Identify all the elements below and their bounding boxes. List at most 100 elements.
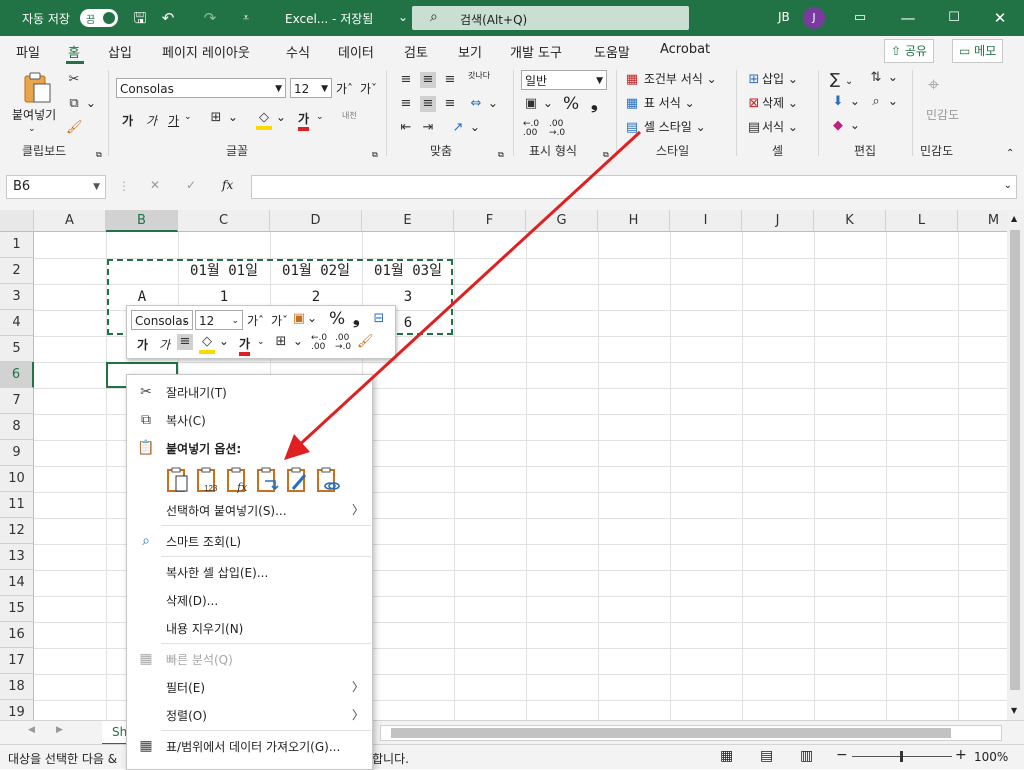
paste-icon[interactable] xyxy=(22,72,52,104)
tab-home[interactable]: 홈 xyxy=(68,42,80,61)
vertical-scrollbar[interactable]: ▲ ▼ xyxy=(1007,210,1024,720)
mini-font-combo[interactable]: Consolas ⌄ xyxy=(131,310,193,330)
dialog-launcher-icon[interactable]: ⧉ xyxy=(603,150,609,160)
format-painter-icon[interactable]: 🖌 xyxy=(66,120,83,136)
percent-button[interactable]: % xyxy=(563,94,579,114)
page-layout-view-icon[interactable]: ▤ xyxy=(760,748,773,764)
paste-values-icon[interactable]: 123 xyxy=(195,467,221,493)
row-header[interactable]: 4 xyxy=(0,310,34,336)
menu-item-filter[interactable]: 필터(E) 〉 xyxy=(127,674,372,700)
fill-color-icon[interactable]: ◇ ⌄ xyxy=(256,110,286,130)
column-header[interactable]: E xyxy=(362,210,454,232)
dialog-launcher-icon[interactable]: ⧉ xyxy=(372,150,378,160)
mini-format-painter-icon[interactable]: 🖌 xyxy=(357,334,374,350)
menu-item-clear-contents[interactable]: 내용 지우기(N) xyxy=(127,615,372,641)
close-icon[interactable]: ✕ xyxy=(990,8,1010,28)
row-header[interactable]: 19 xyxy=(0,700,34,720)
tab-insert[interactable]: 삽입 xyxy=(108,42,132,61)
next-sheet-icon[interactable]: ▶ xyxy=(56,725,63,735)
paste-formatting-icon[interactable] xyxy=(285,467,311,493)
mini-font-color-dropdown-icon[interactable]: ⌄ xyxy=(257,337,265,347)
mini-center-icon[interactable]: ≡ xyxy=(177,334,193,350)
tab-formulas[interactable]: 수식 xyxy=(286,42,310,61)
zoom-level[interactable]: 100% xyxy=(974,750,1008,764)
row-header[interactable]: 10 xyxy=(0,466,34,492)
mini-increase-decimal-icon[interactable]: ←.0.00 xyxy=(311,334,327,352)
copy-icon[interactable]: ⧉ ⌄ xyxy=(66,96,96,112)
paste-transpose-icon[interactable] xyxy=(255,467,281,493)
mini-border-icon[interactable]: ⊞ ⌄ xyxy=(273,334,303,350)
align-right-icon[interactable]: ≡ xyxy=(442,96,458,112)
column-header[interactable]: A xyxy=(34,210,106,232)
customize-quick-access-icon[interactable]: ⩡ xyxy=(236,8,256,28)
autosum-icon[interactable]: ∑ ⌄ xyxy=(830,70,853,88)
ribbon-display-icon[interactable]: ▭ xyxy=(850,8,870,28)
mini-bold-button[interactable]: 가 xyxy=(137,336,148,353)
mini-font-color-icon[interactable]: 가 xyxy=(239,335,251,356)
font-color-icon[interactable]: 가 xyxy=(298,110,310,131)
scroll-up-icon[interactable]: ▲ xyxy=(1011,214,1017,223)
mini-decrease-decimal-icon[interactable]: .00 →.0 xyxy=(335,334,351,352)
menu-item-cut[interactable]: ✂ 잘라내기(T) xyxy=(127,379,372,405)
menu-item-insert-copied[interactable]: 복사한 셀 삽입(E)... xyxy=(127,559,372,585)
menu-item-delete[interactable]: 삭제(D)... xyxy=(127,587,372,613)
mini-comma-button[interactable]: ❟ xyxy=(353,309,360,329)
row-header[interactable]: 17 xyxy=(0,648,34,674)
sensitivity-button-label[interactable]: 민감도 xyxy=(926,106,959,123)
align-left-icon[interactable]: ≡ xyxy=(398,96,414,112)
save-icon[interactable]: 🖫 xyxy=(130,8,150,28)
menu-item-quick-analysis[interactable]: ▦ 빠른 분석(Q) xyxy=(127,646,372,672)
number-format-combo[interactable]: 일반 ▼ xyxy=(521,70,607,90)
zoom-slider-thumb[interactable] xyxy=(900,751,903,762)
prev-sheet-icon[interactable]: ◀ xyxy=(28,725,35,735)
row-header[interactable]: 11 xyxy=(0,492,34,518)
conditional-formatting-button[interactable]: ▦ 조건부 서식 ⌄ xyxy=(624,70,717,88)
tab-review[interactable]: 검토 xyxy=(404,42,428,61)
column-header[interactable]: C xyxy=(178,210,270,232)
scroll-thumb[interactable] xyxy=(1010,230,1020,690)
align-bottom-icon[interactable]: ≡ xyxy=(442,72,458,88)
normal-view-icon[interactable]: ▦ xyxy=(720,748,733,764)
tab-acrobat[interactable]: Acrobat xyxy=(660,42,710,57)
row-header[interactable]: 16 xyxy=(0,622,34,648)
merge-center-icon[interactable]: ⇔ ⌄ xyxy=(468,96,498,112)
row-header[interactable]: 7 xyxy=(0,388,34,414)
row-header[interactable]: 3 xyxy=(0,284,34,310)
column-header[interactable]: D xyxy=(270,210,362,232)
tab-view[interactable]: 보기 xyxy=(458,42,482,61)
row-header[interactable]: 13 xyxy=(0,544,34,570)
dialog-launcher-icon[interactable]: ⧉ xyxy=(498,150,504,160)
mini-italic-button[interactable]: 가 xyxy=(159,336,170,353)
row-header[interactable]: 9 xyxy=(0,440,34,466)
column-header[interactable]: J xyxy=(742,210,814,232)
share-button[interactable]: ⇧ 공유 xyxy=(884,39,934,63)
menu-item-smart-lookup[interactable]: ⌕ 스마트 조회(L) xyxy=(127,528,372,554)
text-angle-icon[interactable]: ↗ ⌄ xyxy=(450,120,480,136)
menu-item-paste-special[interactable]: 선택하여 붙여넣기(S)... 〉 xyxy=(127,497,372,523)
font-color-dropdown-icon[interactable]: ⌄ xyxy=(316,112,324,122)
row-header[interactable]: 2 xyxy=(0,258,34,284)
row-header[interactable]: 1 xyxy=(0,232,34,258)
autosave-toggle[interactable]: 끔 xyxy=(80,9,118,27)
menu-item-copy[interactable]: ⧉ 복사(C) xyxy=(127,407,372,433)
insert-cells-button[interactable]: ⊞ 삽입 ⌄ xyxy=(746,70,798,88)
italic-button[interactable]: 가 xyxy=(146,112,157,129)
zoom-out-icon[interactable]: − xyxy=(836,747,848,763)
menu-item-sort[interactable]: 정렬(O) 〉 xyxy=(127,702,372,728)
tab-help[interactable]: 도움말 xyxy=(594,42,630,61)
fill-icon[interactable]: ⬇ ⌄ xyxy=(830,94,860,110)
tab-developer[interactable]: 개발 도구 xyxy=(510,42,562,61)
paste-formulas-icon[interactable]: fx xyxy=(225,467,251,493)
row-header[interactable]: 14 xyxy=(0,570,34,596)
shrink-font-button[interactable]: 가ˇ xyxy=(360,80,377,97)
cell-styles-button[interactable]: ▤ 셀 스타일 ⌄ xyxy=(624,118,706,136)
mini-fill-color-icon[interactable]: ◇ ⌄ xyxy=(199,334,229,354)
horizontal-scrollbar[interactable] xyxy=(380,725,1002,741)
font-name-combo[interactable]: Consolas ▼ xyxy=(116,78,286,98)
comments-button[interactable]: ▭ 메모 xyxy=(952,39,1004,63)
clear-icon[interactable]: ◆ ⌄ xyxy=(830,118,860,134)
paste-label[interactable]: 붙여넣기 xyxy=(12,106,56,123)
enter-icon[interactable]: ✓ xyxy=(186,178,196,192)
underline-button[interactable]: 가 xyxy=(168,112,179,129)
paste-link-icon[interactable] xyxy=(315,467,341,493)
